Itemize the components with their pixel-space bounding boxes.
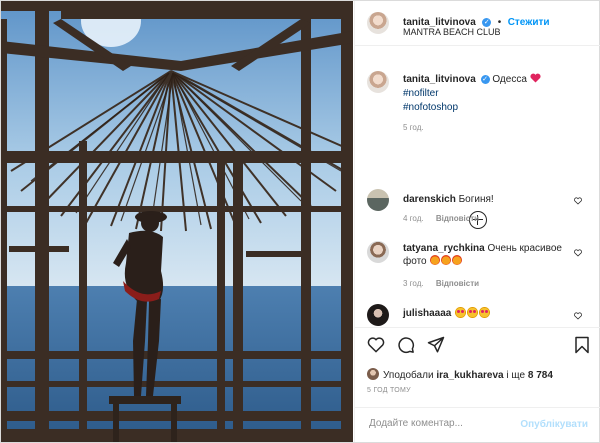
red-heart-emoji-icon [530, 73, 541, 83]
caption-avatar[interactable] [367, 71, 389, 93]
comment-like-heart-icon[interactable] [574, 249, 582, 257]
caption-username[interactable]: tanita_litvinova [403, 74, 476, 85]
post-side-panel: tanita_litvinova ✓ • Стежити MANTRA BEAC… [354, 1, 600, 442]
comment-time: 4 год. [403, 214, 424, 223]
fire-emoji-icon [430, 255, 441, 265]
heart-eyes-emoji-icon [467, 307, 479, 318]
fire-emoji-icon [452, 255, 463, 265]
comment-like-heart-icon[interactable] [574, 312, 582, 320]
add-comment-bar: Опублікувати [355, 407, 600, 443]
post-actions: Уподобали ira_kukhareva і ще 8 784 5 ГОД… [355, 327, 600, 408]
comment-meta: 3 год. Відповісти [403, 279, 489, 288]
liker-username[interactable]: ira_kukhareva [436, 370, 503, 381]
comment-text: darenskich Богиня! [403, 193, 571, 206]
comment-time: 3 год. [403, 279, 424, 288]
bookmark-icon[interactable] [574, 336, 590, 354]
comment-input[interactable] [367, 417, 521, 430]
fire-emoji-icon [441, 255, 452, 265]
author-avatar[interactable] [367, 12, 389, 34]
comment-meta: 4 год. Відповісти [403, 214, 489, 223]
verified-icon: ✓ [482, 18, 492, 27]
commenter-avatar[interactable] [367, 304, 389, 326]
commenter-avatar[interactable] [367, 189, 389, 211]
post-dialog: tanita_litvinova ✓ • Стежити MANTRA BEAC… [0, 0, 600, 443]
comment-like-heart-icon[interactable] [574, 197, 582, 205]
hashtag-link[interactable]: #nofotoshop [403, 101, 593, 115]
commenter-username[interactable]: julishaaaa [403, 308, 451, 319]
post-header: tanita_litvinova ✓ • Стежити MANTRA BEAC… [355, 1, 600, 46]
share-icon[interactable] [427, 336, 445, 354]
publish-button[interactable]: Опублікувати [520, 419, 588, 430]
liker-avatar [367, 368, 379, 380]
heart-eyes-emoji-icon [455, 307, 467, 318]
hashtag-link[interactable]: #nofilter [403, 87, 593, 101]
commenter-username[interactable]: tatyana_rychkina [403, 243, 485, 254]
comment-icon[interactable] [397, 336, 415, 354]
heart-eyes-emoji-icon [479, 307, 491, 318]
verified-icon: ✓ [480, 75, 490, 84]
photo-image [1, 1, 353, 442]
commenter-avatar[interactable] [367, 241, 389, 263]
heart-icon[interactable] [367, 336, 385, 353]
caption-time: 5 год. [403, 123, 424, 132]
post-time[interactable]: 5 ГОД ТОМУ [367, 387, 411, 394]
likes-suffix: і ще [506, 370, 526, 381]
comment-body: Богиня! [458, 194, 494, 205]
caption-text: tanita_litvinova ✓ Одесса #nofilter #nof… [403, 73, 593, 115]
post-location[interactable]: MANTRA BEACH CLUB [403, 27, 501, 37]
comment-text: julishaaaa [403, 307, 571, 320]
commenter-username[interactable]: darenskich [403, 194, 456, 205]
reply-button[interactable]: Відповісти [436, 279, 479, 288]
reply-button[interactable]: Відповісти [436, 214, 479, 223]
likes-prefix: Уподобали [383, 370, 434, 381]
comment-text: tatyana_rychkina Очень красивое фото [403, 242, 571, 268]
likes-count[interactable]: 8 784 [528, 370, 553, 381]
post-photo[interactable] [1, 1, 353, 442]
caption-body: Одесса [492, 74, 527, 85]
follow-button[interactable]: Стежити [508, 17, 550, 28]
likes-summary: Уподобали ira_kukhareva і ще 8 784 [367, 368, 553, 381]
